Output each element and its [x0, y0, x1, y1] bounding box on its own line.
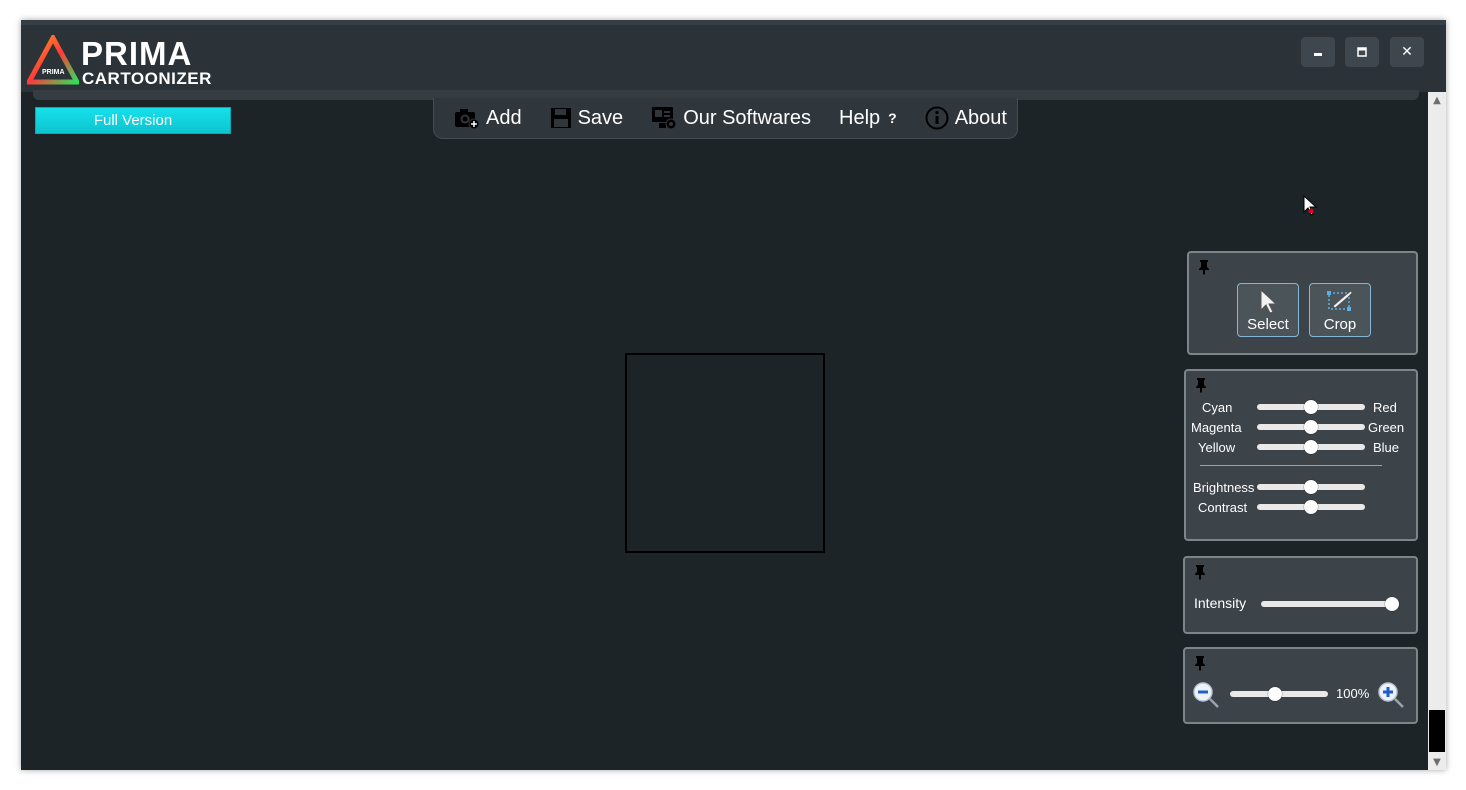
menu-help-label: Help — [839, 106, 881, 129]
contrast-slider[interactable] — [1257, 500, 1365, 514]
contrast-label: Contrast — [1198, 500, 1248, 515]
menu-softwares-label: Our Softwares — [683, 106, 812, 129]
full-version-button[interactable]: Full Version — [35, 107, 231, 134]
softwares-icon — [652, 107, 677, 130]
add-photo-icon — [455, 109, 480, 130]
minimize-icon — [1314, 53, 1322, 56]
prima-triangle-icon — [27, 35, 79, 85]
menu-add-label: Add — [486, 106, 522, 129]
app-logo: PRIMA PRIMA CARTOONIZER — [27, 31, 227, 91]
scrollbar-thumb[interactable] — [1429, 710, 1445, 752]
slider-thumb[interactable] — [1385, 597, 1399, 611]
intensity-panel: Intensity — [1183, 556, 1418, 634]
zoom-in-icon[interactable] — [1377, 681, 1405, 709]
zoom-value: 100% — [1336, 686, 1370, 701]
menu-about[interactable]: About — [925, 106, 1007, 130]
magenta-green-slider[interactable] — [1257, 420, 1365, 434]
maximize-icon — [1357, 47, 1367, 57]
blue-label: Blue — [1373, 440, 1400, 455]
slider-thumb[interactable] — [1267, 687, 1282, 701]
pin-icon — [1195, 656, 1205, 671]
menu-save[interactable]: Save — [550, 106, 624, 130]
slider-thumb[interactable] — [1304, 480, 1318, 494]
image-canvas[interactable] — [625, 353, 825, 553]
logo-title: PRIMA — [81, 35, 193, 72]
green-label: Green — [1368, 420, 1405, 435]
mouse-cursor-icon — [1303, 195, 1318, 216]
app-window: PRIMA PRIMA CARTOONIZER ✕ Full Version A — [21, 20, 1446, 770]
menu-help[interactable]: Help ? — [839, 107, 897, 130]
slider-thumb[interactable] — [1304, 400, 1318, 414]
logo-badge: PRIMA — [42, 69, 65, 76]
main-menu: Add Save Our Softwares Help ? About — [433, 98, 1018, 139]
crop-tool-button[interactable]: Crop — [1309, 283, 1371, 337]
logo-subtitle: CARTOONIZER — [82, 69, 212, 88]
intensity-slider[interactable] — [1261, 597, 1399, 611]
minimize-button[interactable] — [1301, 37, 1335, 67]
brightness-slider[interactable] — [1257, 480, 1365, 494]
pin-icon — [1199, 260, 1209, 275]
info-icon — [925, 106, 949, 130]
scroll-down-icon[interactable]: ▼ — [1428, 754, 1446, 770]
yellow-blue-slider[interactable] — [1257, 440, 1365, 454]
tools-panel: Select Crop — [1187, 251, 1418, 355]
maximize-button[interactable] — [1345, 37, 1379, 67]
select-label: Select — [1247, 316, 1289, 333]
magenta-label: Magenta — [1191, 420, 1242, 435]
slider-thumb[interactable] — [1304, 440, 1318, 454]
help-question-icon: ? — [888, 110, 897, 126]
select-arrow-icon — [1260, 288, 1278, 314]
yellow-label: Yellow — [1198, 440, 1236, 455]
panel-divider — [1200, 465, 1382, 466]
vertical-scrollbar[interactable]: ▲ ▼ — [1428, 92, 1446, 770]
title-bar: PRIMA PRIMA CARTOONIZER ✕ — [21, 20, 1446, 92]
zoom-out-icon[interactable] — [1192, 681, 1220, 709]
slider-thumb[interactable] — [1304, 500, 1318, 514]
menu-our-softwares[interactable]: Our Softwares — [651, 106, 811, 130]
scroll-up-icon[interactable]: ▲ — [1428, 92, 1446, 108]
select-tool-button[interactable]: Select — [1237, 283, 1299, 337]
slider-thumb[interactable] — [1304, 420, 1318, 434]
color-balance-panel: Cyan Red Magenta Green Yellow Blue Brigh… — [1184, 369, 1418, 541]
pin-icon — [1196, 378, 1206, 393]
pin-icon — [1195, 565, 1205, 580]
menu-save-label: Save — [577, 106, 624, 129]
close-button[interactable]: ✕ — [1390, 37, 1424, 67]
menu-add[interactable]: Add — [454, 106, 522, 130]
cyan-red-slider[interactable] — [1257, 400, 1365, 414]
zoom-panel: 100% — [1183, 647, 1418, 724]
menu-about-label: About — [954, 106, 1007, 129]
cyan-label: Cyan — [1202, 400, 1233, 415]
crop-label: Crop — [1323, 316, 1357, 333]
save-icon — [550, 108, 571, 128]
close-icon: ✕ — [1401, 44, 1413, 60]
brightness-label: Brightness — [1193, 480, 1255, 495]
intensity-label: Intensity — [1194, 595, 1247, 611]
zoom-slider[interactable] — [1230, 687, 1328, 701]
red-label: Red — [1373, 400, 1397, 415]
crop-icon — [1327, 290, 1353, 311]
